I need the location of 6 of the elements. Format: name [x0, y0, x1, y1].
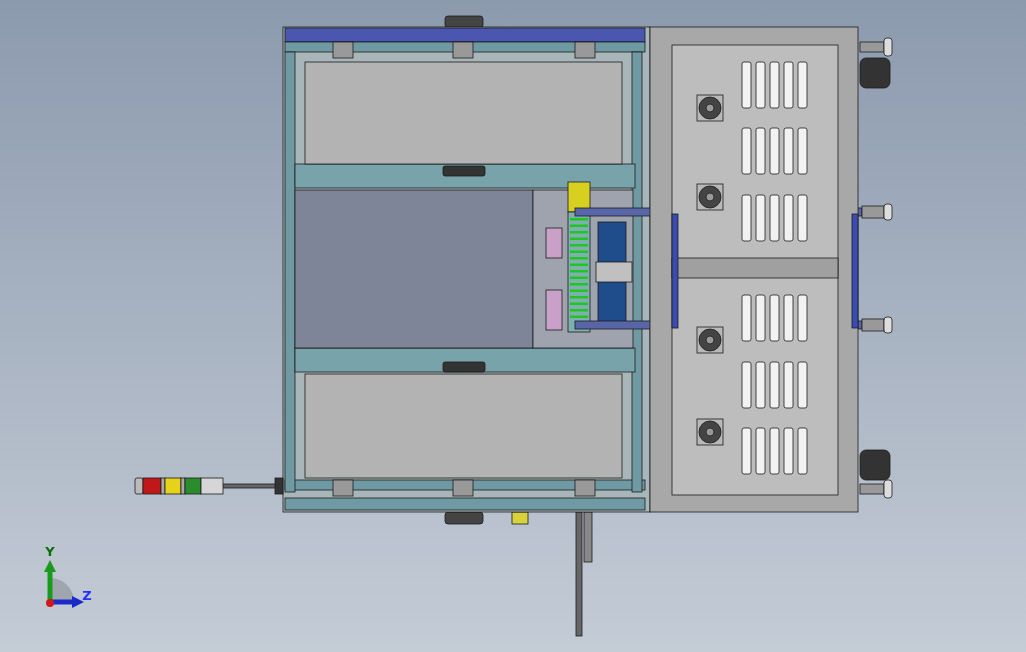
- z-axis-arrow: [50, 596, 84, 608]
- y-axis-arrow: [44, 560, 56, 602]
- axis-label: Y: [45, 544, 55, 559]
- axis-label: Z: [82, 588, 92, 603]
- triad-origin-icon: [46, 599, 54, 607]
- triad-plane-shading: [50, 578, 74, 602]
